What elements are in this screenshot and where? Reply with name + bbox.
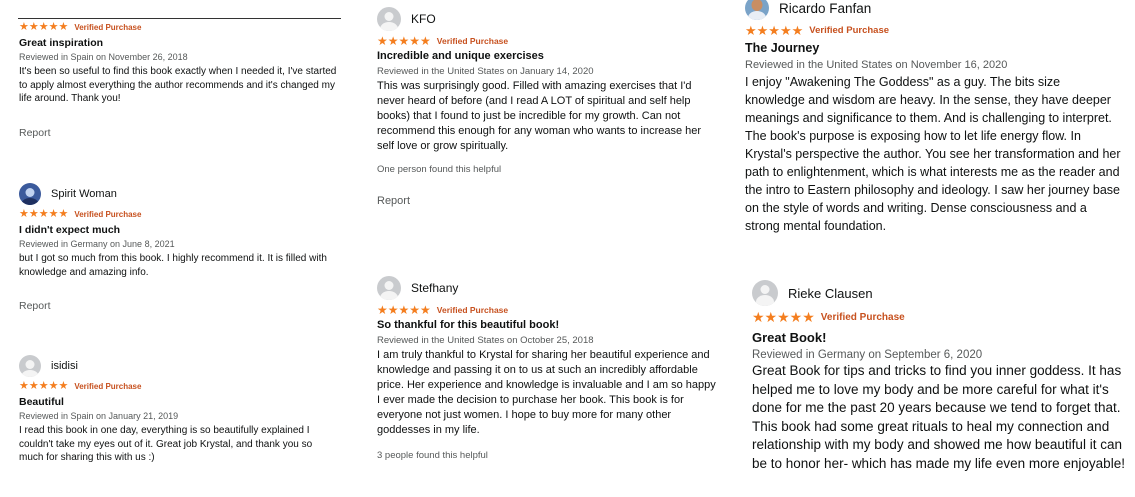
review-card: Ricardo Fanfan ★★★★★ Verified Purchase T…: [745, 0, 1123, 235]
rating-row: ★★★★★ Verified Purchase: [19, 209, 339, 220]
review-body: Great Book for tips and tricks to find y…: [752, 363, 1125, 471]
review-body: I read this book in one day, everything …: [19, 425, 313, 463]
avatar: [745, 0, 769, 20]
star-rating: ★★★★★: [377, 303, 431, 317]
helpful-count: 3 people found this helpful: [377, 450, 488, 461]
review-body: I enjoy "Awakening The Goddess" as a guy…: [745, 75, 1121, 233]
reviewer-name[interactable]: Spirit Woman: [51, 188, 117, 200]
review-title: I didn't expect much: [19, 224, 121, 236]
review-title: Great inspiration: [19, 37, 104, 49]
star-rating: ★★★★★: [19, 380, 69, 392]
verified-purchase-badge: Verified Purchase: [436, 36, 509, 46]
review-title: Beautiful: [19, 396, 64, 408]
review-date: Reviewed in Spain on November 26, 2018: [19, 52, 188, 62]
divider: [18, 18, 341, 19]
rating-row: ★★★★★ Verified Purchase: [19, 22, 339, 33]
verified-purchase-badge: Verified Purchase: [820, 311, 905, 323]
review-title: The Journey: [745, 41, 820, 55]
review-body: It's been so useful to find this book ex…: [19, 66, 337, 104]
review-card: KFO ★★★★★ Verified Purchase Incredible a…: [377, 7, 717, 207]
star-rating: ★★★★★: [19, 208, 69, 220]
verified-purchase-badge: Verified Purchase: [74, 382, 142, 391]
reviewer-name[interactable]: KFO: [411, 12, 436, 26]
reviewer: Ricardo Fanfan: [745, 0, 1123, 20]
reviewer-name[interactable]: Rieke Clausen: [788, 286, 873, 301]
rating-row: ★★★★★ Verified Purchase: [19, 381, 339, 392]
reviewer-name[interactable]: Stefhany: [411, 281, 458, 295]
review-date: Reviewed in the United States on October…: [377, 335, 594, 346]
report-link[interactable]: Report: [377, 195, 717, 207]
report-link[interactable]: Report: [19, 127, 339, 139]
reviewer-name[interactable]: Ricardo Fanfan: [779, 1, 871, 16]
helpful-count: One person found this helpful: [377, 164, 502, 175]
verified-purchase-badge: Verified Purchase: [74, 23, 142, 32]
review-body: This was surprisingly good. Filled with …: [377, 80, 702, 152]
star-rating: ★★★★★: [745, 23, 804, 38]
reviewer-name[interactable]: isidisi: [51, 360, 78, 372]
review-card: Spirit Woman ★★★★★ Verified Purchase I d…: [19, 183, 339, 312]
verified-purchase-badge: Verified Purchase: [809, 25, 890, 36]
review-date: Reviewed in Spain on January 21, 2019: [19, 411, 179, 421]
review-title: So thankful for this beautiful book!: [377, 319, 560, 331]
reviewer: Spirit Woman: [19, 183, 339, 205]
review-date: Reviewed in Germany on June 8, 2021: [19, 239, 175, 249]
rating-row: ★★★★★ Verified Purchase: [745, 24, 1123, 37]
star-rating: ★★★★★: [377, 34, 431, 48]
rating-row: ★★★★★ Verified Purchase: [377, 35, 717, 47]
review-date: Reviewed in the United States on January…: [377, 66, 594, 77]
avatar: [377, 7, 401, 31]
reviewer: Rieke Clausen: [752, 280, 1130, 306]
review-date: Reviewed in the United States on Novembe…: [745, 59, 1008, 71]
review-body: but I got so much from this book. I high…: [19, 253, 327, 278]
review-card: isidisi ★★★★★ Verified Purchase Beautifu…: [19, 355, 339, 465]
report-link[interactable]: Report: [19, 300, 339, 312]
reviewer: isidisi: [19, 355, 339, 377]
avatar: [752, 280, 778, 306]
reviewer: Stefhany: [377, 276, 719, 300]
review-title: Incredible and unique exercises: [377, 50, 544, 62]
rating-row: ★★★★★ Verified Purchase: [752, 310, 1130, 324]
reviewer: KFO: [377, 7, 717, 31]
avatar: [377, 276, 401, 300]
avatar: [19, 183, 41, 205]
verified-purchase-badge: Verified Purchase: [436, 305, 509, 315]
star-rating: ★★★★★: [19, 21, 69, 33]
review-card: Rieke Clausen ★★★★★ Verified Purchase Gr…: [752, 280, 1130, 473]
review-title: Great Book!: [752, 330, 827, 345]
review-card: ★★★★★ Verified Purchase Great inspiratio…: [19, 22, 339, 139]
avatar: [19, 355, 41, 377]
verified-purchase-badge: Verified Purchase: [74, 210, 142, 219]
rating-row: ★★★★★ Verified Purchase: [377, 304, 719, 316]
review-card: Stefhany ★★★★★ Verified Purchase So than…: [377, 276, 719, 461]
review-date: Reviewed in Germany on September 6, 2020: [752, 349, 983, 361]
star-rating: ★★★★★: [752, 309, 815, 325]
review-body: I am truly thankful to Krystal for shari…: [377, 349, 716, 436]
